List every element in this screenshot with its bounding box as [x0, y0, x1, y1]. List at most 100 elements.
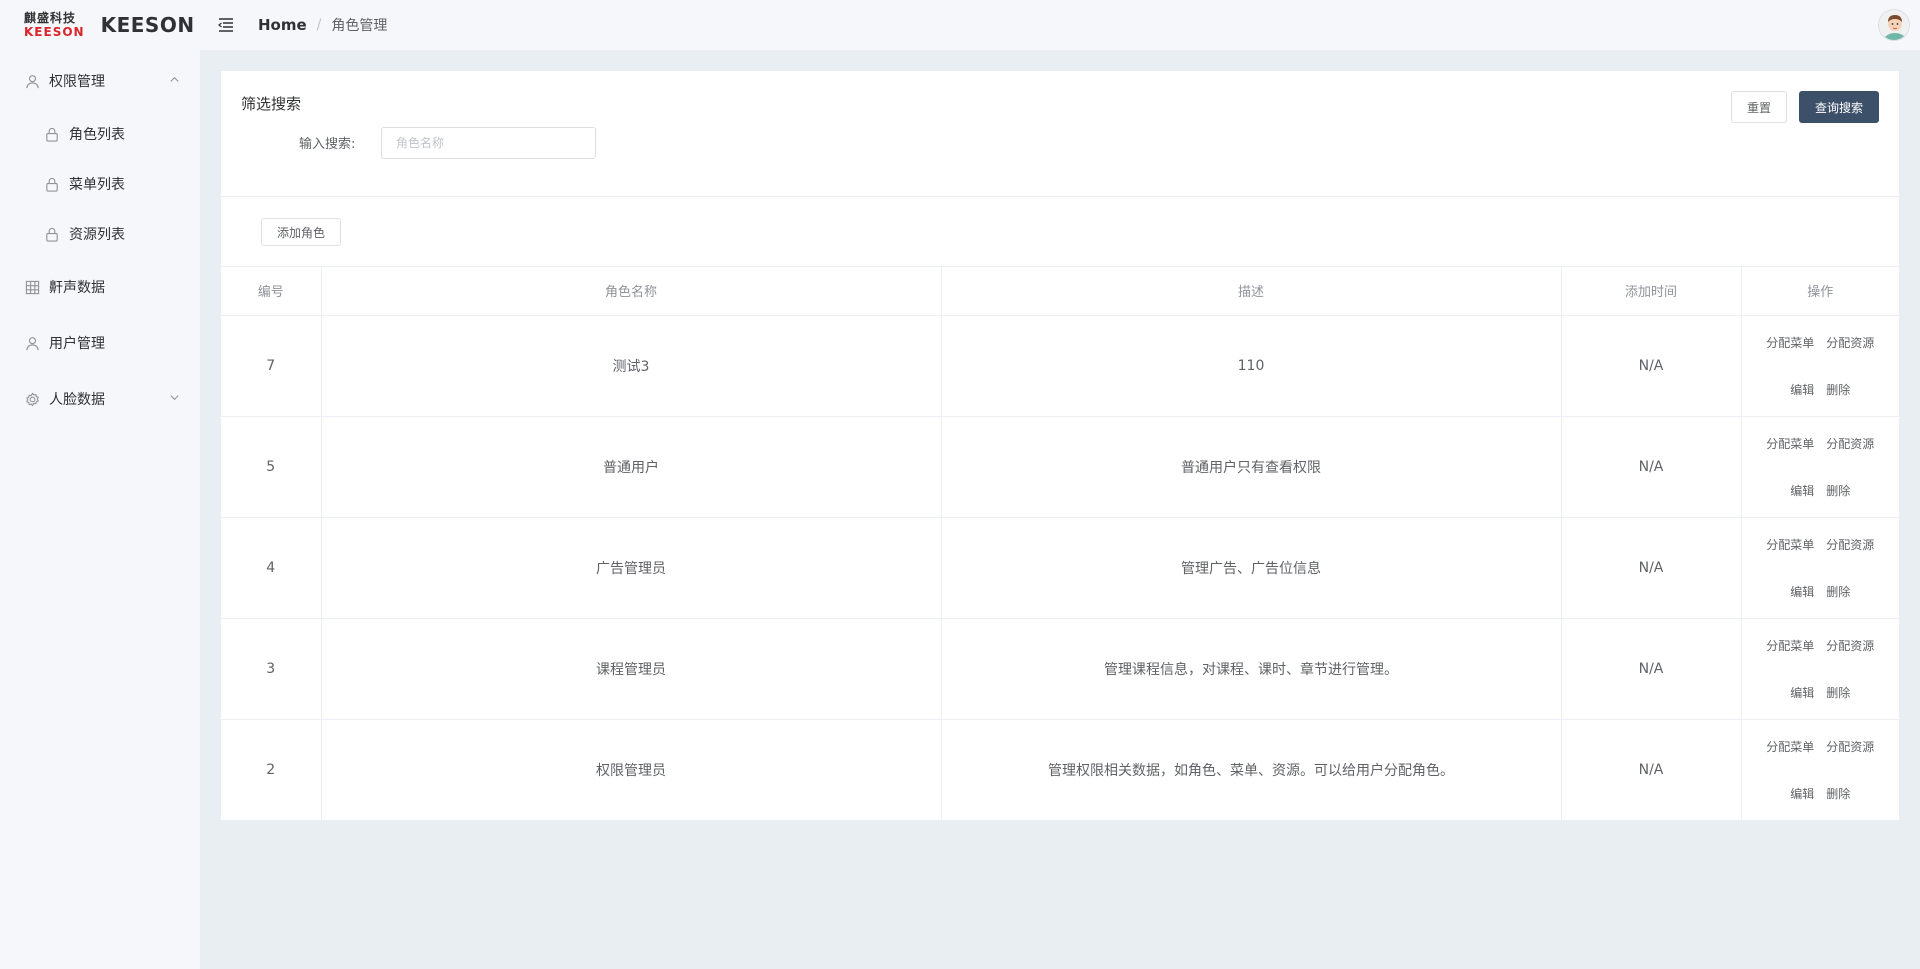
column-header-name: 角色名称 [321, 267, 942, 316]
column-header-created-time: 添加时间 [1561, 267, 1742, 316]
sidebar-item-label: 用户管理 [49, 336, 105, 352]
table-row: 4 广告管理员 管理广告、广告位信息 N/A 分配菜单 分配资源 编辑 删除 [221, 517, 1899, 619]
assign-menu-button[interactable]: 分配菜单 [1766, 738, 1814, 755]
gear-icon [24, 391, 40, 407]
column-header-actions: 操作 [1741, 267, 1899, 316]
lock-icon [44, 176, 60, 192]
sidebar-item-label: 菜单列表 [69, 177, 125, 193]
logo-cn: 麒盛科技 [24, 11, 77, 25]
role-table: 编号 角色名称 描述 添加时间 操作 7 测试3 110 N/A 分配菜单 分配… [221, 267, 1899, 821]
breadcrumb: Home / 角色管理 [258, 15, 387, 35]
delete-button[interactable]: 删除 [1826, 482, 1850, 499]
grid-icon [24, 279, 40, 295]
cell-created-time: N/A [1561, 618, 1742, 720]
column-header-id: 编号 [221, 267, 322, 316]
assign-menu-button[interactable]: 分配菜单 [1766, 334, 1814, 351]
chevron-up-icon [169, 73, 180, 89]
cell-created-time: N/A [1561, 315, 1742, 417]
filter-title: 筛选搜索 [241, 95, 302, 113]
sidebar-item-menu-list[interactable]: 菜单列表 [0, 159, 200, 209]
assign-resource-button[interactable]: 分配资源 [1826, 435, 1874, 452]
assign-resource-button[interactable]: 分配资源 [1826, 738, 1874, 755]
delete-button[interactable]: 删除 [1826, 684, 1850, 701]
assign-resource-button[interactable]: 分配资源 [1826, 536, 1874, 553]
cell-id: 7 [221, 315, 322, 417]
sidebar-item-label: 角色列表 [69, 127, 125, 143]
edit-button[interactable]: 编辑 [1790, 482, 1814, 499]
search-input[interactable] [381, 127, 596, 159]
table-row: 7 测试3 110 N/A 分配菜单 分配资源 编辑 删除 [221, 315, 1899, 417]
assign-menu-button[interactable]: 分配菜单 [1766, 637, 1814, 654]
search-button[interactable]: 查询搜索 [1799, 91, 1879, 123]
cell-name: 权限管理员 [321, 719, 942, 821]
cell-created-time: N/A [1561, 416, 1742, 518]
assign-resource-button[interactable]: 分配资源 [1826, 334, 1874, 351]
role-card: 筛选搜索 输入搜索: 重置 查询搜索 添加角色 编号 角色名称 描述 添加时间 … [221, 71, 1899, 821]
avatar[interactable] [1878, 9, 1910, 41]
cell-description: 110 [941, 315, 1562, 417]
assign-resource-button[interactable]: 分配资源 [1826, 637, 1874, 654]
menu-toggle-icon[interactable] [217, 16, 235, 34]
delete-button[interactable]: 删除 [1826, 785, 1850, 802]
logo-en: KEESON [24, 25, 85, 39]
table-row: 5 普通用户 普通用户只有查看权限 N/A 分配菜单 分配资源 编辑 删除 [221, 416, 1899, 518]
sidebar-menu: 权限管理 角色列表 菜单列表 资源列表 鼾声数据 用户管理 人脸数据 [0, 53, 200, 427]
column-header-description: 描述 [941, 267, 1562, 316]
cell-description: 管理广告、广告位信息 [941, 517, 1562, 619]
cell-name: 普通用户 [321, 416, 942, 518]
cell-actions: 分配菜单 分配资源 编辑 删除 [1741, 315, 1899, 417]
table-header-row: 编号 角色名称 描述 添加时间 操作 [221, 267, 1899, 316]
sidebar-item-user-management[interactable]: 用户管理 [0, 315, 200, 371]
assign-menu-button[interactable]: 分配菜单 [1766, 435, 1814, 452]
assign-menu-button[interactable]: 分配菜单 [1766, 536, 1814, 553]
cell-id: 3 [221, 618, 322, 720]
edit-button[interactable]: 编辑 [1790, 381, 1814, 398]
cell-id: 4 [221, 517, 322, 619]
user-icon [24, 73, 40, 89]
cell-id: 5 [221, 416, 322, 518]
logo[interactable]: 麒盛科技 KEESON KEESON [0, 0, 200, 50]
sidebar-item-permission[interactable]: 权限管理 [0, 53, 200, 109]
cell-actions: 分配菜单 分配资源 编辑 删除 [1741, 416, 1899, 518]
filter-panel: 筛选搜索 输入搜索: 重置 查询搜索 [221, 71, 1899, 197]
delete-button[interactable]: 删除 [1826, 381, 1850, 398]
logo-mark: 麒盛科技 KEESON [24, 12, 85, 38]
cell-description: 管理权限相关数据，如角色、菜单、资源。可以给用户分配角色。 [941, 719, 1562, 821]
cell-actions: 分配菜单 分配资源 编辑 删除 [1741, 517, 1899, 619]
delete-button[interactable]: 删除 [1826, 583, 1850, 600]
user-icon [24, 335, 40, 351]
sidebar-item-face-data[interactable]: 人脸数据 [0, 371, 200, 427]
cell-name: 广告管理员 [321, 517, 942, 619]
cell-created-time: N/A [1561, 517, 1742, 619]
cell-name: 测试3 [321, 315, 942, 417]
sidebar: 麒盛科技 KEESON KEESON 权限管理 角色列表 菜单列表 资源列表 鼾… [0, 0, 200, 969]
table-row: 2 权限管理员 管理权限相关数据，如角色、菜单、资源。可以给用户分配角色。 N/… [221, 719, 1899, 821]
toolbar: 添加角色 [221, 197, 1899, 267]
sidebar-item-label: 权限管理 [49, 74, 105, 90]
sidebar-item-role-list[interactable]: 角色列表 [0, 109, 200, 159]
edit-button[interactable]: 编辑 [1790, 684, 1814, 701]
lock-icon [44, 226, 60, 242]
cell-actions: 分配菜单 分配资源 编辑 删除 [1741, 719, 1899, 821]
chevron-down-icon [169, 391, 180, 407]
sidebar-item-label: 人脸数据 [49, 392, 105, 408]
breadcrumb-current: 角色管理 [331, 18, 388, 34]
sidebar-item-resource-list[interactable]: 资源列表 [0, 209, 200, 259]
cell-created-time: N/A [1561, 719, 1742, 821]
search-label: 输入搜索: [299, 137, 356, 152]
reset-button[interactable]: 重置 [1731, 91, 1787, 123]
sidebar-item-label: 鼾声数据 [49, 280, 105, 296]
cell-id: 2 [221, 719, 322, 821]
lock-icon [44, 126, 60, 142]
add-role-button[interactable]: 添加角色 [261, 218, 341, 246]
cell-description: 普通用户只有查看权限 [941, 416, 1562, 518]
breadcrumb-separator: / [316, 17, 322, 33]
sidebar-item-snore-data[interactable]: 鼾声数据 [0, 259, 200, 315]
edit-button[interactable]: 编辑 [1790, 785, 1814, 802]
cell-description: 管理课程信息，对课程、课时、章节进行管理。 [941, 618, 1562, 720]
sidebar-item-label: 资源列表 [69, 227, 125, 243]
breadcrumb-home[interactable]: Home [258, 16, 307, 34]
edit-button[interactable]: 编辑 [1790, 583, 1814, 600]
table-row: 3 课程管理员 管理课程信息，对课程、课时、章节进行管理。 N/A 分配菜单 分… [221, 618, 1899, 720]
header: Home / 角色管理 [200, 0, 1920, 50]
